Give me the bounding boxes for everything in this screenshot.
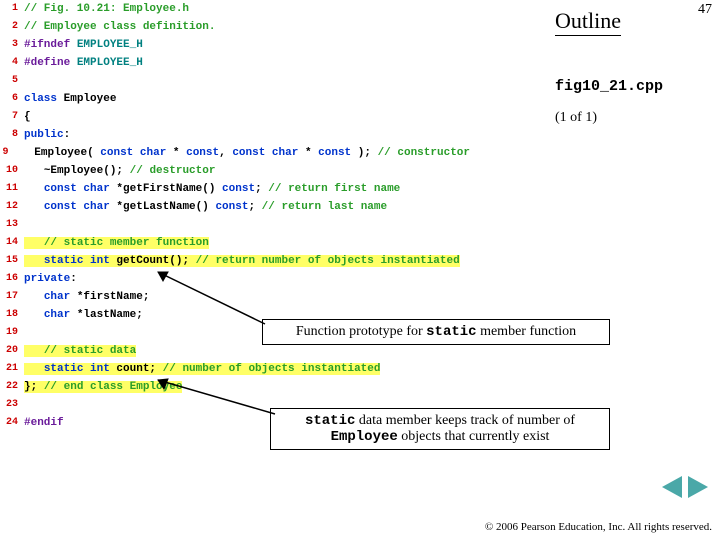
code-content: class Employee [24,90,116,108]
line-number: 24 [0,414,24,432]
callout-static-function: Function prototype for static member fun… [262,319,610,345]
code-content: Employee( const char * const, const char… [14,144,470,162]
prev-slide-icon[interactable] [662,476,682,498]
line-number: 7 [0,108,24,126]
code-content: #define EMPLOYEE_H [24,54,143,72]
callout-code: static [426,324,476,340]
line-number: 4 [0,54,24,72]
code-line: 4#define EMPLOYEE_H [0,54,470,72]
line-number: 8 [0,126,24,144]
line-number: 14 [0,234,24,252]
callout-arrow-icon [150,372,280,422]
code-content: #endif [24,414,64,432]
code-listing: 1// Fig. 10.21: Employee.h2// Employee c… [0,0,470,432]
line-number: 20 [0,342,24,360]
code-line: 14 // static member function [0,234,470,252]
line-number: 19 [0,324,24,342]
code-content: public: [24,126,70,144]
line-number: 10 [0,162,24,180]
code-line: 13 [0,216,470,234]
line-number: 21 [0,360,24,378]
code-content: ~Employee(); // destructor [24,162,215,180]
slide-nav [662,476,708,498]
code-line: 8public: [0,126,470,144]
code-line: 10 ~Employee(); // destructor [0,162,470,180]
callout-text: data member keeps track of number of [355,413,575,428]
line-number: 3 [0,36,24,54]
line-number: 22 [0,378,24,396]
line-number: 13 [0,216,24,234]
code-content: // Fig. 10.21: Employee.h [24,0,189,18]
next-slide-icon[interactable] [688,476,708,498]
code-line: 1// Fig. 10.21: Employee.h [0,0,470,18]
page-number: 47 [698,2,712,18]
code-line: 9 Employee( const char * const, const ch… [0,144,470,162]
line-number: 12 [0,198,24,216]
callout-static-data: static data member keeps track of number… [270,408,610,450]
line-number: 5 [0,72,24,90]
code-line: 2// Employee class definition. [0,18,470,36]
line-number: 2 [0,18,24,36]
code-line: 7{ [0,108,470,126]
code-content: char *lastName; [24,306,143,324]
code-content: // static member function [24,234,209,252]
code-line: 11 const char *getFirstName() const; // … [0,180,470,198]
outline-title: Outline [555,8,621,36]
code-content: private: [24,270,77,288]
line-number: 11 [0,180,24,198]
source-filename: fig10_21.cpp [555,78,663,95]
line-number: 18 [0,306,24,324]
code-line: 3#ifndef EMPLOYEE_H [0,36,470,54]
line-number: 15 [0,252,24,270]
code-content: { [24,108,31,126]
line-number: 9 [0,144,14,162]
line-number: 23 [0,396,24,414]
copyright-text: © 2006 Pearson Education, Inc. All right… [485,521,712,534]
code-line: 6class Employee [0,90,470,108]
callout-text: objects that currently exist [398,429,550,444]
line-number: 17 [0,288,24,306]
line-number: 16 [0,270,24,288]
line-number: 1 [0,0,24,18]
code-line: 5 [0,72,470,90]
code-content: // Employee class definition. [24,18,215,36]
code-content: const char *getFirstName() const; // ret… [24,180,400,198]
page-of-indicator: (1 of 1) [555,110,597,126]
code-line: 12 const char *getLastName() const; // r… [0,198,470,216]
code-content: const char *getLastName() const; // retu… [24,198,387,216]
callout-text: Function prototype for [296,324,426,339]
callout-text: member function [477,324,577,339]
callout-arrow-icon [150,264,270,334]
code-content: char *firstName; [24,288,149,306]
code-content: // static data [24,342,136,360]
code-content: #ifndef EMPLOYEE_H [24,36,143,54]
line-number: 6 [0,90,24,108]
callout-code: static [305,413,355,429]
callout-code: Employee [331,429,398,445]
